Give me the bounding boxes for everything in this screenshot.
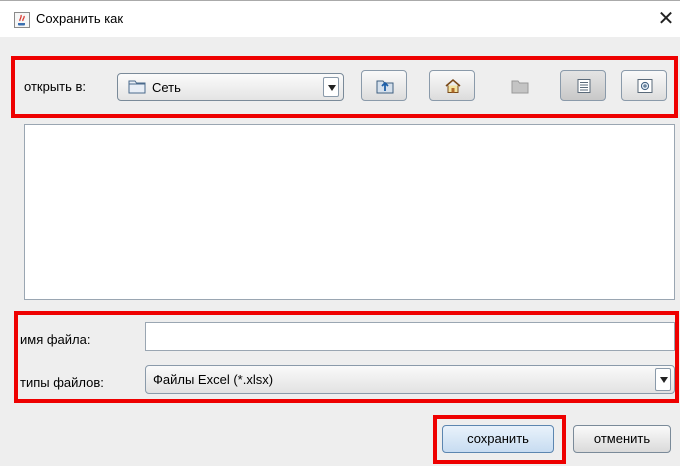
close-icon[interactable]: ✕ <box>655 6 677 30</box>
highlight-box-save-button <box>433 415 566 464</box>
window-title: Сохранить как <box>36 11 124 26</box>
cancel-button[interactable]: отменить <box>573 425 671 453</box>
highlight-box-file-fields <box>14 311 679 403</box>
java-coffee-icon <box>14 12 30 28</box>
highlight-box-toolbar <box>11 56 678 118</box>
file-list[interactable] <box>24 124 675 300</box>
